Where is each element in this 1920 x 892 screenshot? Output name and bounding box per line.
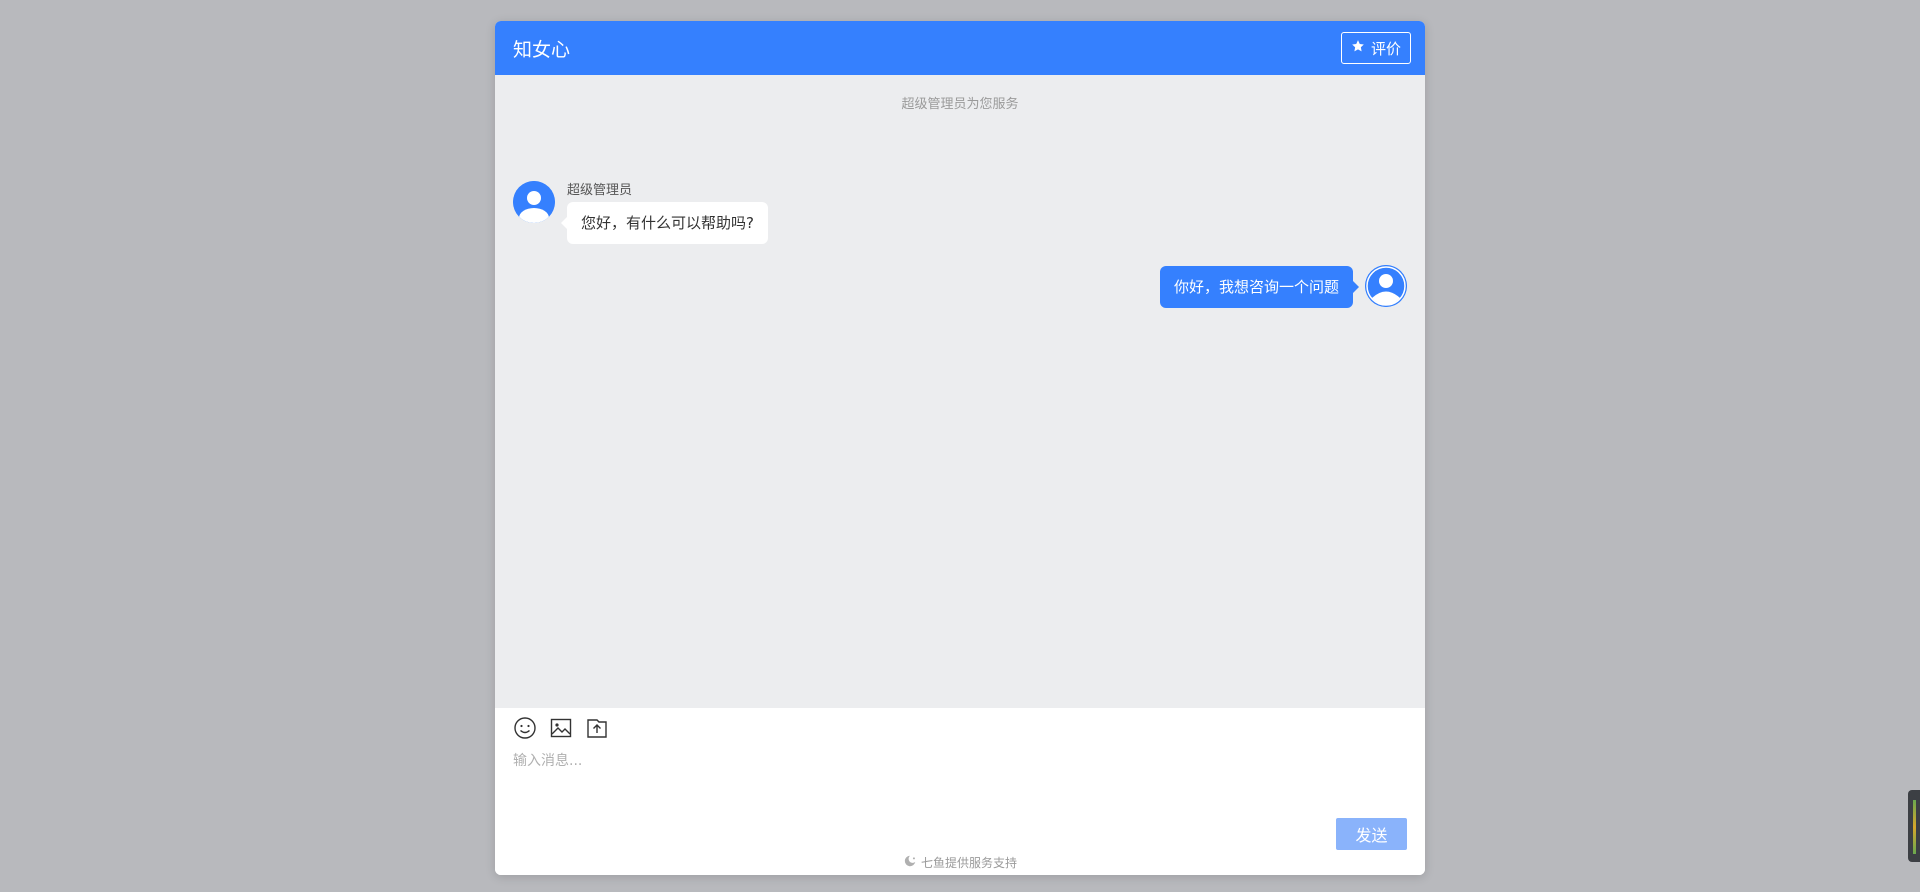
message-area[interactable]: 超级管理员为您服务 超级管理员 您好，有什么可以帮助吗? 你好，我想咨询一个问题	[495, 75, 1425, 708]
upload-icon[interactable]	[585, 716, 609, 740]
image-icon[interactable]	[549, 716, 573, 740]
send-button[interactable]: 发送	[1336, 818, 1407, 850]
emoji-icon[interactable]	[513, 716, 537, 740]
message-input[interactable]	[513, 750, 1403, 810]
rate-label: 评价	[1370, 39, 1401, 58]
chat-title: 知女心	[513, 38, 571, 61]
service-notice: 超级管理员为您服务	[901, 97, 1019, 112]
chat-header: 知女心 评价	[495, 21, 1425, 75]
side-widget[interactable]	[1908, 790, 1920, 862]
footer-text: 七鱼提供服务支持	[920, 856, 1017, 870]
footer: 七鱼提供服务支持	[495, 854, 1425, 871]
composer: 发送 七鱼提供服务支持	[495, 708, 1425, 875]
composer-toolbar	[513, 716, 609, 740]
qiyu-logo-icon	[903, 854, 917, 871]
level-meter-icon	[1913, 800, 1916, 854]
person-icon	[513, 181, 555, 223]
star-icon	[1351, 39, 1365, 57]
rate-button[interactable]: 评价	[1340, 32, 1411, 64]
chat-window: 知女心 评价 超级管理员为您服务 超级管理员 您好，有什么可以帮助吗? 你好，我…	[495, 21, 1425, 875]
agent-name: 超级管理员	[567, 183, 633, 198]
agent-message-bubble: 您好，有什么可以帮助吗?	[561, 202, 768, 244]
person-icon	[1365, 265, 1407, 307]
user-message-bubble: 你好，我想咨询一个问题	[1159, 266, 1360, 308]
user-avatar	[1365, 265, 1407, 307]
agent-avatar	[513, 181, 555, 223]
